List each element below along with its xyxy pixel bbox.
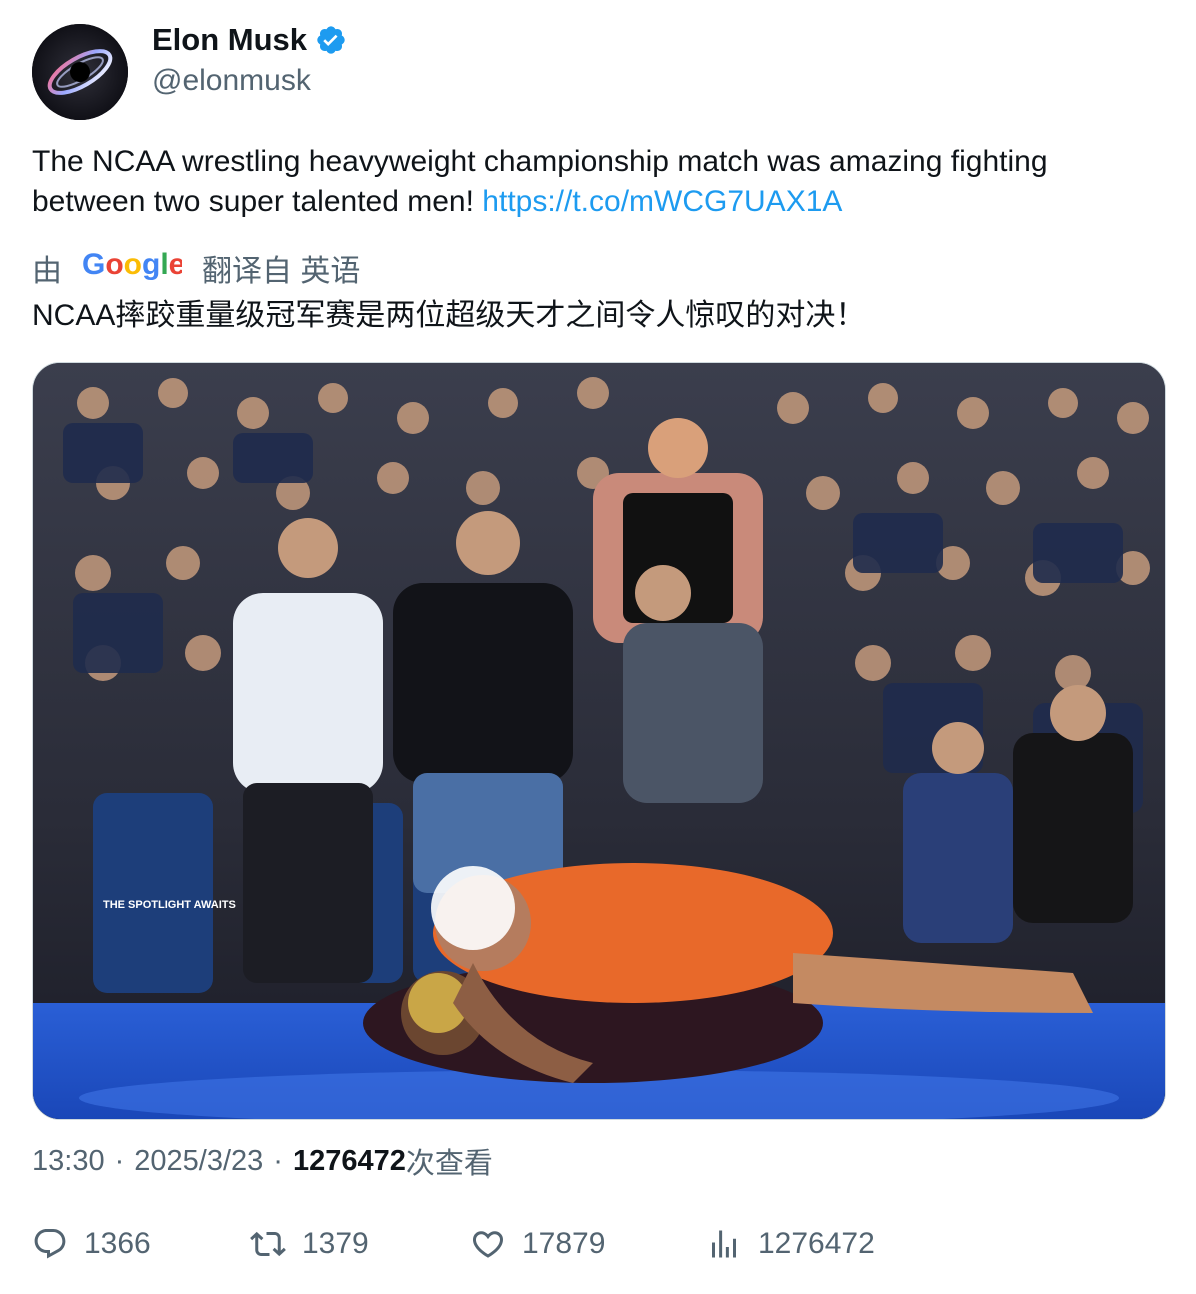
- author-avatar[interactable]: [32, 24, 128, 120]
- tweet-photo[interactable]: THE SPOTLIGHT AWAITS: [32, 362, 1166, 1120]
- views-button[interactable]: 1276472: [706, 1226, 875, 1262]
- views-label: 次查看: [405, 1148, 493, 1180]
- black-hole-avatar-icon: [32, 24, 128, 120]
- meta-separator: ·: [273, 1144, 283, 1177]
- views-count: 1276472: [292, 1144, 406, 1177]
- translation-prefix: 由: [32, 255, 62, 288]
- tweet-date[interactable]: 2025/3/23: [134, 1145, 263, 1178]
- tweet-text: The NCAA wrestling heavyweight champions…: [32, 142, 1162, 222]
- tweet-time[interactable]: 13:30: [32, 1145, 105, 1178]
- author-handle[interactable]: @elonmusk: [152, 64, 311, 98]
- author-name-row[interactable]: Elon Musk: [152, 22, 347, 58]
- translated-text: NCAA摔跤重量级冠军赛是两位超级天才之间令人惊叹的对决！: [32, 299, 866, 332]
- banner-text: THE SPOTLIGHT AWAITS: [103, 899, 236, 911]
- like-count: 17879: [522, 1227, 606, 1260]
- analytics-icon: [712, 1230, 736, 1258]
- retweet-button[interactable]: 1379: [250, 1226, 369, 1262]
- retweet-icon: [250, 1231, 286, 1257]
- author-display-name[interactable]: Elon Musk: [152, 22, 307, 58]
- google-logo-icon: Google: [82, 246, 185, 290]
- translation-attribution: 由 Google 翻译自 英语: [32, 246, 360, 290]
- retweet-count: 1379: [302, 1227, 369, 1260]
- svg-text:Google: Google: [82, 248, 182, 281]
- verified-badge-icon: [315, 24, 347, 56]
- tweet-actions: 1366 1379 17879 1276472: [32, 1226, 1162, 1270]
- wrestling-photo-icon: THE SPOTLIGHT AWAITS: [33, 363, 1165, 1119]
- tweet-link[interactable]: https://t.co/mWCG7UAX1A: [482, 185, 842, 218]
- translation-suffix[interactable]: 翻译自 英语: [202, 246, 360, 290]
- heart-icon: [472, 1231, 504, 1258]
- reply-count: 1366: [84, 1227, 151, 1260]
- reply-button[interactable]: 1366: [32, 1226, 151, 1262]
- like-button[interactable]: 17879: [470, 1226, 605, 1262]
- tweet-meta: 13:30 · 2025/3/23 · 1276472 次查看: [32, 1140, 493, 1182]
- views-action-count: 1276472: [758, 1227, 875, 1260]
- meta-separator: ·: [114, 1144, 125, 1177]
- reply-icon: [34, 1229, 66, 1259]
